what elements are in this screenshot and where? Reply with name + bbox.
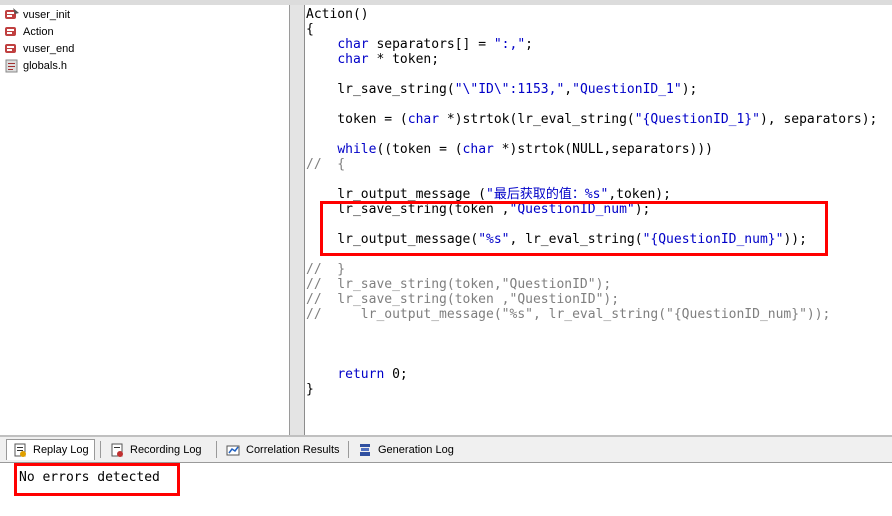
code-line: } (306, 382, 314, 397)
tab-correlation-results[interactable]: Correlation Results (220, 439, 346, 460)
code-line: // lr_save_string(token ,"QuestionID"); (306, 292, 620, 307)
script-icon (4, 25, 20, 39)
tab-replay-log[interactable]: Replay Log (6, 439, 95, 460)
code-line: // { (306, 157, 346, 172)
vertical-splitter[interactable] (290, 5, 305, 435)
tab-divider (216, 441, 217, 458)
code-line: return 0; (337, 367, 408, 382)
tab-label: Generation Log (378, 443, 454, 456)
output-tab-bar: Replay Log Recording Log Correlation Res… (0, 437, 892, 463)
tree-item-action[interactable]: Action (4, 24, 54, 40)
highlight-box-log (14, 463, 180, 496)
tree-item-label: vuser_init (23, 9, 71, 21)
code-line: lr_save_string("\"ID\":1153,","QuestionI… (306, 82, 698, 97)
header-file-icon (4, 59, 20, 73)
script-icon (4, 8, 20, 22)
replay-log-icon (13, 443, 27, 457)
code-line: { (306, 22, 314, 37)
code-line: // lr_output_message("%s", lr_eval_strin… (306, 307, 831, 322)
tree-item-label: Action (23, 26, 54, 38)
tree-item-vuser-init[interactable]: vuser_init (4, 7, 70, 23)
highlight-box-code (320, 201, 828, 256)
tree-item-globals[interactable]: globals.h (4, 58, 67, 74)
code-line: token = (char *)strtok(lr_eval_string("{… (306, 112, 878, 127)
generation-log-icon (358, 443, 372, 457)
tab-label: Replay Log (33, 444, 89, 456)
tab-label: Correlation Results (246, 443, 340, 456)
tab-recording-log[interactable]: Recording Log (104, 439, 214, 460)
tree-item-label: globals.h (23, 60, 68, 72)
code-line: // } (306, 262, 346, 277)
code-line: // lr_save_string(token,"QuestionID"); (306, 277, 612, 292)
tab-divider (348, 441, 349, 458)
script-icon (4, 42, 20, 56)
code-line: lr_output_message ("最后获取的值：%s",token); (306, 187, 671, 202)
tab-divider (100, 441, 101, 458)
correlation-icon (226, 443, 240, 457)
tree-item-label: vuser_end (23, 43, 75, 55)
tab-generation-log[interactable]: Generation Log (352, 439, 464, 460)
code-line: char separators[] = ":,"; (337, 37, 533, 52)
code-line: Action() (306, 7, 369, 22)
script-tree: vuser_init Action vuser_end globals.h (0, 5, 290, 435)
recording-log-icon (110, 443, 124, 457)
code-line: char * token; (337, 52, 440, 67)
tab-label: Recording Log (130, 443, 202, 456)
tree-item-vuser-end[interactable]: vuser_end (4, 41, 74, 57)
code-line: while((token = (char *)strtok(NULL,separ… (337, 142, 714, 157)
